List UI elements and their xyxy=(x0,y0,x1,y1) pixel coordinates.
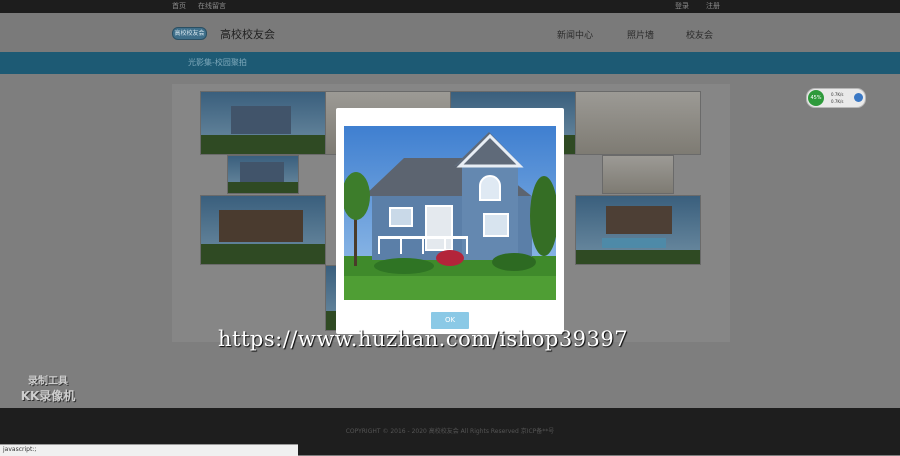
nav-photos[interactable]: 照片墙 xyxy=(627,28,654,41)
photo-thumb-room-1[interactable] xyxy=(575,91,701,155)
recorder-label-top: 录制工具 xyxy=(28,376,68,387)
top-link-register[interactable]: 注册 xyxy=(706,1,720,11)
top-bar: 首页 在线留言 登录 注册 xyxy=(0,0,900,13)
photo-thumb-house-small[interactable] xyxy=(227,155,299,194)
photo-thumb-room-small[interactable] xyxy=(602,155,674,194)
upload-rate: 0.7K/s xyxy=(831,92,844,97)
site-header: 高校校友会 高校校友会 新闻中心 照片墙 校友会 xyxy=(0,13,900,52)
breadcrumb: 光影集-校园聚拍 xyxy=(188,58,247,67)
recorder-label-bottom: KK录像机 xyxy=(20,389,76,403)
site-title[interactable]: 高校校友会 xyxy=(220,26,275,42)
photo-thumb-house-2[interactable] xyxy=(200,195,326,265)
watermark-text: https://www.huzhan.com/ishop39397 xyxy=(218,327,629,351)
browser-status-bar: javascript:; xyxy=(0,444,298,456)
top-link-login[interactable]: 登录 xyxy=(675,1,689,11)
cpu-percent: 45% xyxy=(808,90,824,106)
browser-icon xyxy=(854,93,863,102)
photo-thumb-house-1[interactable] xyxy=(200,91,326,155)
breadcrumb-banner: 光影集-校园聚拍 xyxy=(0,52,900,74)
nav-alumni[interactable]: 校友会 xyxy=(686,28,713,41)
photo-lightbox: OK xyxy=(336,108,564,334)
lightbox-photo xyxy=(344,126,556,300)
download-rate: 0.7K/s xyxy=(831,99,844,104)
nav-news[interactable]: 新闻中心 xyxy=(557,28,593,41)
top-link-home[interactable]: 首页 xyxy=(172,1,186,11)
status-url: javascript:; xyxy=(3,446,37,453)
network-monitor-icon[interactable]: 45% 0.7K/s 0.7K/s xyxy=(806,88,866,108)
camera-icon: 录制工具 KK录像机 xyxy=(16,372,80,404)
photo-thumb-pool[interactable] xyxy=(575,195,701,265)
logo-icon[interactable]: 高校校友会 xyxy=(172,27,207,40)
top-link-message[interactable]: 在线留言 xyxy=(198,1,226,11)
copyright-text: COPYRIGHT © 2016 - 2020 高校校友会 All Rights… xyxy=(345,428,555,435)
